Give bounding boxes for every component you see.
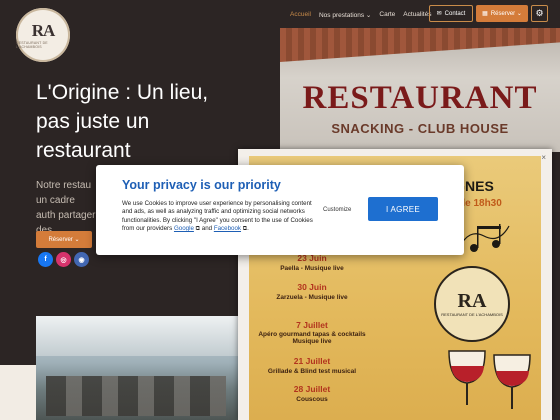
period-text: .: [247, 225, 249, 233]
facebook-link[interactable]: Facebook: [214, 225, 241, 232]
nav-actualites[interactable]: Actualités: [403, 11, 431, 19]
calendar-icon: ▦: [482, 11, 488, 17]
reserver-label: Réserver ⌄: [490, 11, 522, 17]
hero-headline: L'Origine : Un lieu, pas juste un restau…: [36, 81, 209, 162]
privacy-dialog: Your privacy is our priority We use Cook…: [96, 165, 464, 255]
nav-carte[interactable]: Carte: [379, 11, 395, 19]
reserver-button[interactable]: ▦ Réserver ⌄: [476, 5, 528, 22]
hero-photo: RESTAURANT SNACKING - CLUB HOUSE: [280, 28, 560, 152]
mail-icon: ✉: [436, 11, 442, 17]
wine-glasses-icon: [448, 350, 531, 409]
main-nav: Accueil Nos prestations ⌄ Carte Actualit…: [290, 11, 431, 19]
restaurant-sign-sub: SNACKING - CLUB HOUSE: [331, 121, 509, 136]
logo-subtitle: RESTAURANT DE L'ACHAMBOIS: [16, 40, 48, 49]
hero-description: Notre restau un cadre auth partager des: [36, 180, 96, 236]
external-link-icon: ⧉: [193, 225, 202, 233]
event-desc: Couscous: [296, 396, 328, 403]
and-text: and: [201, 225, 213, 233]
agree-button[interactable]: I AGREE: [368, 197, 438, 221]
privacy-title: Your privacy is our priority: [122, 178, 281, 192]
poster-logo-sub: RESTAURANT DE L'ACHAMBOIS: [441, 312, 503, 317]
event-date: 28 Juillet: [293, 384, 331, 394]
close-icon[interactable]: ×: [541, 153, 546, 162]
event-desc: Zarzuela - Musique live: [276, 294, 348, 301]
privacy-text: We use Cookies to improve user experienc…: [122, 200, 318, 234]
settings-button[interactable]: ⚙: [531, 5, 548, 22]
event-desc: Paella - Musique live: [280, 265, 344, 272]
event-date: 30 Juin: [297, 282, 327, 292]
nav-prestations[interactable]: Nos prestations ⌄: [319, 11, 371, 19]
restaurant-sign: RESTAURANT: [302, 80, 538, 116]
poster-logo-mark: RA: [457, 290, 487, 312]
tripadvisor-icon[interactable]: ◉: [74, 252, 89, 267]
gear-icon: ⚙: [535, 8, 544, 18]
hero-reserver-button[interactable]: Réserver ⌄: [36, 231, 92, 248]
poster-time: de 18h30: [459, 198, 502, 209]
facebook-icon[interactable]: f: [38, 252, 53, 267]
event-date: 7 Juillet: [296, 320, 328, 330]
customize-button[interactable]: Customize: [323, 207, 351, 213]
site-logo[interactable]: RA RESTAURANT DE L'ACHAMBOIS: [16, 8, 70, 62]
contact-label: Contact: [444, 10, 466, 17]
logo-mark: RA: [31, 20, 56, 40]
event-desc: Grillade & Blind test musical: [267, 368, 357, 375]
event-desc: Apéro gourmand tapas & cocktails Musique…: [258, 331, 366, 345]
instagram-icon[interactable]: ◎: [56, 252, 71, 267]
tent-canopy: [36, 316, 238, 356]
nav-accueil[interactable]: Accueil: [290, 11, 311, 19]
terrace-photo: [36, 316, 238, 420]
contact-button[interactable]: ✉ Contact: [429, 5, 473, 22]
roof-tiles: [280, 28, 560, 62]
event-date: 21 Juillet: [293, 356, 331, 366]
google-link[interactable]: Google: [174, 225, 194, 232]
terrace-tables: [46, 376, 226, 416]
poster-logo: RA RESTAURANT DE L'ACHAMBOIS: [434, 266, 510, 342]
light-band: [0, 365, 36, 420]
